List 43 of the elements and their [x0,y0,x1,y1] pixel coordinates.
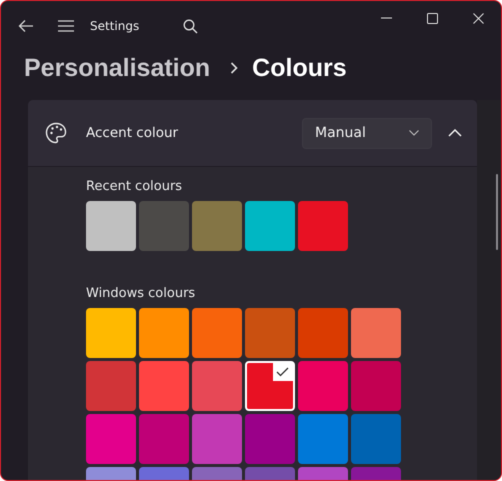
colour-swatch[interactable] [351,308,401,358]
close-icon [472,12,484,24]
checkmark-icon [273,363,293,381]
menu-icon [58,20,74,32]
window-title: Settings [90,19,140,33]
colour-swatch[interactable] [192,308,242,358]
back-arrow-icon [18,19,34,33]
colour-swatch[interactable] [298,361,348,411]
colour-swatch[interactable] [192,361,242,411]
colour-swatch[interactable] [86,201,136,251]
section-label: Windows colours [86,286,196,303]
maximize-icon [426,12,438,24]
chevron-up-icon [448,129,462,137]
colour-swatch[interactable] [192,201,242,251]
colour-swatch[interactable] [86,361,136,411]
scrollbar-thumb[interactable] [496,174,498,250]
colour-swatch[interactable] [298,201,348,251]
colour-swatch[interactable] [139,361,189,411]
colour-swatch[interactable] [298,308,348,358]
palette-icon [45,122,67,144]
colour-swatch[interactable] [351,414,401,464]
colour-swatch[interactable] [298,414,348,464]
colour-swatch[interactable] [139,308,189,358]
accent-colour-header[interactable]: Accent colour Manual [28,100,477,167]
breadcrumb-link[interactable]: Personalisation [24,54,210,82]
section-label: Recent colours [86,179,184,196]
search-icon [182,18,198,34]
colour-swatch[interactable] [245,201,295,251]
colour-swatch[interactable] [139,414,189,464]
colour-swatch[interactable] [245,361,295,411]
colour-swatch[interactable] [139,201,189,251]
minimize-icon [380,17,392,19]
colour-swatch[interactable] [245,414,295,464]
colour-swatch[interactable] [245,308,295,358]
chevron-right-icon [230,62,238,74]
colour-swatch[interactable] [351,361,401,411]
accent-mode-dropdown[interactable]: Manual [302,118,432,148]
colour-swatch[interactable] [86,414,136,464]
setting-label: Accent colour [86,125,178,141]
page-title: Colours [252,54,347,82]
colour-swatch[interactable] [192,414,242,464]
chevron-down-icon [409,130,419,136]
colour-swatch[interactable] [86,308,136,358]
